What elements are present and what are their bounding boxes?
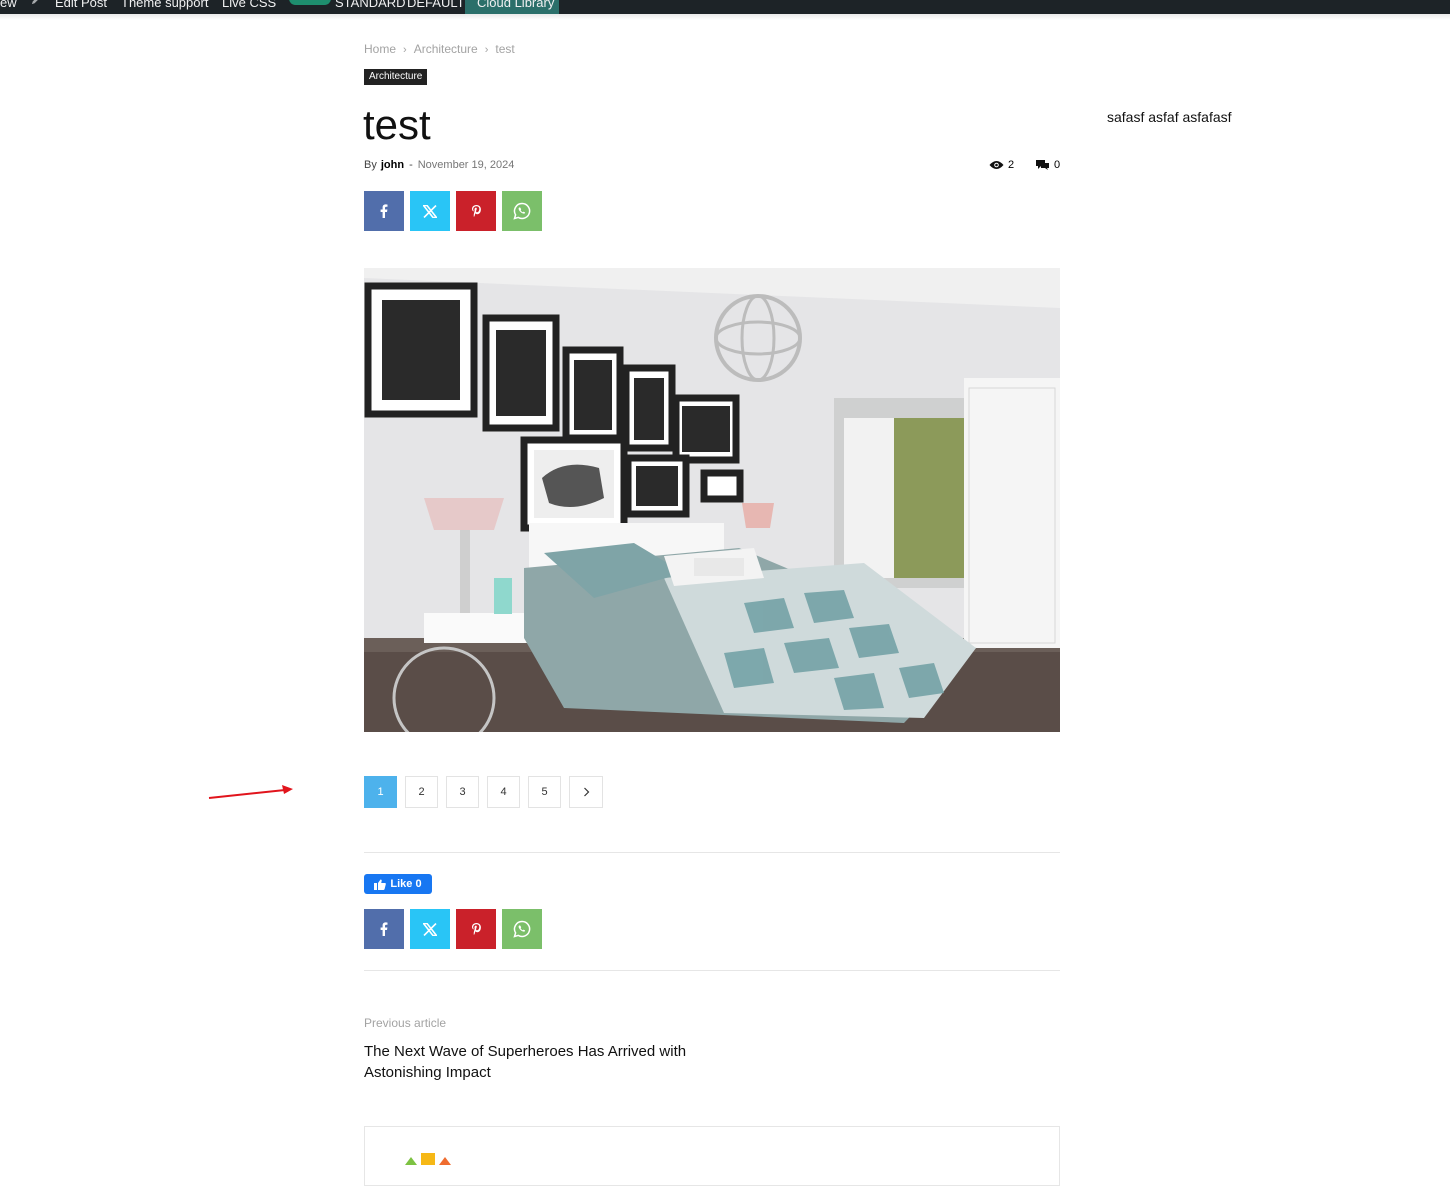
- admin-new-link[interactable]: ew: [0, 0, 17, 11]
- breadcrumb-separator: ›: [403, 44, 407, 56]
- page-3-button[interactable]: 3: [446, 776, 479, 808]
- admin-edit-post-link[interactable]: Edit Post: [55, 0, 107, 11]
- like-label: Like 0: [390, 878, 422, 890]
- divider: [364, 970, 1060, 971]
- next-page-button[interactable]: [569, 776, 603, 808]
- previous-article-label: Previous article: [364, 1016, 447, 1030]
- views-count: 2: [989, 159, 1014, 171]
- share-buttons-bottom: [364, 909, 542, 949]
- page-5-button[interactable]: 5: [528, 776, 561, 808]
- admin-default-label: DEFAULT: [407, 0, 465, 10]
- whatsapp-icon: [513, 202, 531, 220]
- page-4-button[interactable]: 4: [487, 776, 520, 808]
- breadcrumb-separator: ›: [484, 44, 489, 56]
- pencil-icon: [31, 0, 38, 5]
- views-value: 2: [1008, 159, 1015, 171]
- cloud-library-label: Cloud Library: [477, 0, 555, 10]
- sidebar-text: safasf asfaf asfafasf: [1107, 109, 1232, 125]
- x-share-button[interactable]: [410, 909, 450, 949]
- author-logo: [405, 1153, 451, 1165]
- facebook-icon: [380, 204, 388, 218]
- whatsapp-share-button[interactable]: [502, 191, 542, 231]
- page-1-button[interactable]: 1: [364, 776, 397, 808]
- previous-article-link[interactable]: The Next Wave of Superheroes Has Arrived…: [364, 1041, 724, 1083]
- author-link[interactable]: john: [381, 159, 404, 171]
- facebook-icon: [380, 922, 388, 936]
- meta-dash: -: [409, 159, 413, 171]
- facebook-share-button[interactable]: [364, 191, 404, 231]
- admin-live-css-link[interactable]: Live CSS: [222, 0, 276, 11]
- chevron-right-icon: [583, 787, 589, 797]
- post-meta: By john - November 19, 2024: [364, 159, 514, 171]
- share-buttons-top: [364, 191, 542, 231]
- comments-value: 0: [1054, 159, 1061, 171]
- page-title: test: [363, 101, 431, 148]
- author-box: [364, 1126, 1060, 1186]
- comments-icon: [1036, 160, 1049, 170]
- pinterest-icon: [471, 205, 481, 217]
- breadcrumb-current: test: [495, 42, 515, 56]
- category-badge[interactable]: Architecture: [364, 69, 428, 85]
- page-2-button[interactable]: 2: [405, 776, 438, 808]
- post-date: November 19, 2024: [417, 159, 515, 171]
- admin-bar-shadow: [0, 14, 1450, 20]
- divider: [364, 852, 1060, 853]
- facebook-share-button[interactable]: [364, 909, 404, 949]
- by-label: By: [364, 159, 377, 171]
- cloud-library-button[interactable]: Cloud Library: [465, 0, 559, 14]
- whatsapp-icon: [513, 920, 531, 938]
- breadcrumb-home[interactable]: Home: [364, 42, 396, 56]
- x-share-button[interactable]: [410, 191, 450, 231]
- thumbs-up-icon: [374, 879, 387, 890]
- facebook-like-button[interactable]: Like 0: [364, 874, 432, 894]
- mode-toggle-badge[interactable]: [289, 0, 331, 5]
- pinterest-share-button[interactable]: [456, 191, 496, 231]
- pinterest-share-button[interactable]: [456, 909, 496, 949]
- red-arrow-icon: [208, 785, 293, 799]
- post-pagination: 1 2 3 4 5: [364, 776, 603, 808]
- comments-count[interactable]: 0: [1036, 159, 1060, 171]
- x-icon: [423, 922, 437, 936]
- featured-image: [364, 268, 1060, 732]
- x-icon: [423, 204, 437, 218]
- breadcrumb-category[interactable]: Architecture: [414, 42, 478, 56]
- breadcrumb: Home › Architecture › test: [364, 42, 515, 56]
- pinterest-icon: [471, 923, 481, 935]
- admin-theme-support-link[interactable]: Theme support: [121, 0, 208, 11]
- whatsapp-share-button[interactable]: [502, 909, 542, 949]
- admin-mode-label: STANDARD: [335, 0, 406, 10]
- admin-bar: ew Edit Post Theme support Live CSS STAN…: [0, 0, 1450, 14]
- eye-icon: [989, 161, 1004, 169]
- bedroom-photo: [364, 268, 1060, 732]
